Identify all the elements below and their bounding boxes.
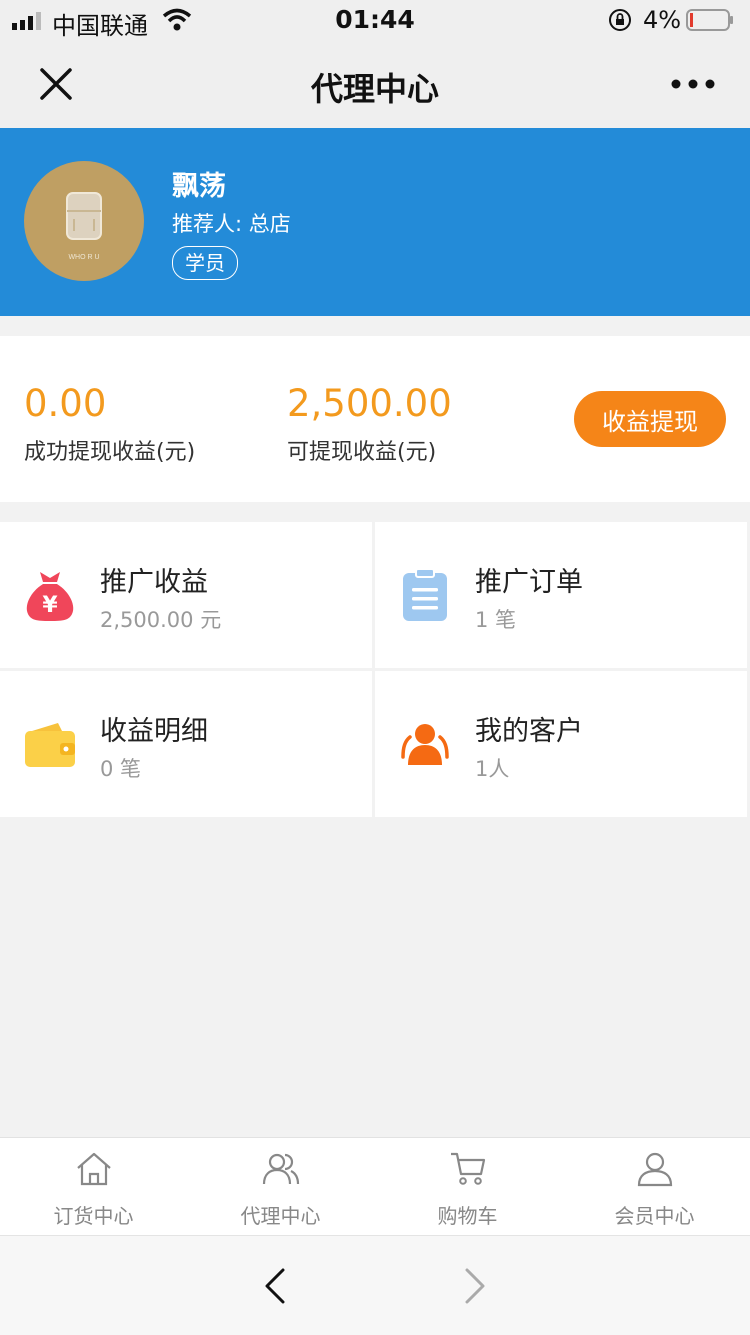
card-subtitle: 1人 <box>475 757 510 781</box>
my-customers-card[interactable]: 我的客户 1人 <box>375 671 747 817</box>
close-icon[interactable] <box>34 62 78 106</box>
page-title: 代理中心 <box>310 70 439 108</box>
tab-label: 会员中心 <box>614 1204 695 1228</box>
card-subtitle: 1 笔 <box>475 608 517 632</box>
tab-member-center[interactable]: 会员中心 <box>561 1138 748 1236</box>
avatar[interactable]: WHO R U <box>24 161 144 281</box>
cart-icon <box>451 1152 486 1185</box>
card-subtitle: 2,500.00 元 <box>100 608 222 632</box>
browser-toolbar <box>0 1235 750 1335</box>
promotion-earnings-card[interactable]: ¥ 推广收益 2,500.00 元 <box>0 522 372 668</box>
svg-text:¥: ¥ <box>42 593 58 618</box>
available-earnings-label: 可提现收益(元) <box>287 440 437 465</box>
tab-cart[interactable]: 购物车 <box>374 1138 561 1236</box>
more-icon[interactable] <box>668 72 718 96</box>
withdraw-earnings-button[interactable]: 收益提现 <box>574 391 726 447</box>
card-title: 推广收益 <box>100 567 208 598</box>
orientation-lock-icon <box>609 9 631 31</box>
back-arrow-icon[interactable] <box>255 1264 295 1308</box>
tab-label: 购物车 <box>437 1204 498 1228</box>
profile-name: 飘荡 <box>172 171 226 202</box>
bottom-tab-bar: 订货中心 代理中心 购物车 会员中心 <box>0 1137 750 1236</box>
battery-percent: 4% <box>643 6 682 34</box>
status-bar: 中国联通 01:44 4% <box>0 0 750 42</box>
card-title: 推广订单 <box>475 567 583 598</box>
earnings-details-card[interactable]: 收益明细 0 笔 <box>0 671 372 817</box>
user-icon <box>637 1152 673 1187</box>
member-level-badge: 学员 <box>172 246 238 280</box>
agents-icon <box>262 1153 300 1185</box>
withdrawn-earnings-value: 0.00 <box>24 382 107 425</box>
tab-label: 订货中心 <box>53 1204 134 1228</box>
avatar-image: WHO R U <box>66 192 102 261</box>
profile-banner: WHO R U 飘荡 推荐人: 总店 学员 <box>0 128 750 316</box>
wallet-icon <box>25 723 75 767</box>
tab-agent-center[interactable]: 代理中心 <box>187 1138 374 1236</box>
nav-bar: 代理中心 <box>0 42 750 128</box>
money-bag-icon: ¥ <box>26 572 74 621</box>
feature-grid: ¥ 推广收益 2,500.00 元 推广订单 1 笔 收益明细 0 笔 我的客户… <box>0 522 750 818</box>
tab-order-center[interactable]: 订货中心 <box>0 1138 187 1236</box>
earnings-summary: 0.00 成功提现收益(元) 2,500.00 可提现收益(元) 收益提现 <box>0 336 750 502</box>
card-subtitle: 0 笔 <box>100 757 142 781</box>
card-title: 收益明细 <box>100 716 208 747</box>
tab-label: 代理中心 <box>240 1204 321 1228</box>
wifi-icon <box>162 8 192 31</box>
carrier-name: 中国联通 <box>52 12 148 40</box>
promotion-orders-card[interactable]: 推广订单 1 笔 <box>375 522 747 668</box>
customers-icon <box>401 724 449 765</box>
card-title: 我的客户 <box>475 716 583 747</box>
forward-arrow-icon[interactable] <box>455 1264 495 1308</box>
clipboard-icon <box>403 568 447 621</box>
svg-text:WHO R U: WHO R U <box>68 254 99 261</box>
available-earnings-value: 2,500.00 <box>287 382 452 425</box>
referrer-text: 推荐人: 总店 <box>172 212 291 236</box>
battery-icon <box>686 9 733 31</box>
home-icon <box>77 1152 111 1186</box>
signal-icon <box>12 12 41 30</box>
withdrawn-earnings-label: 成功提现收益(元) <box>24 440 196 465</box>
